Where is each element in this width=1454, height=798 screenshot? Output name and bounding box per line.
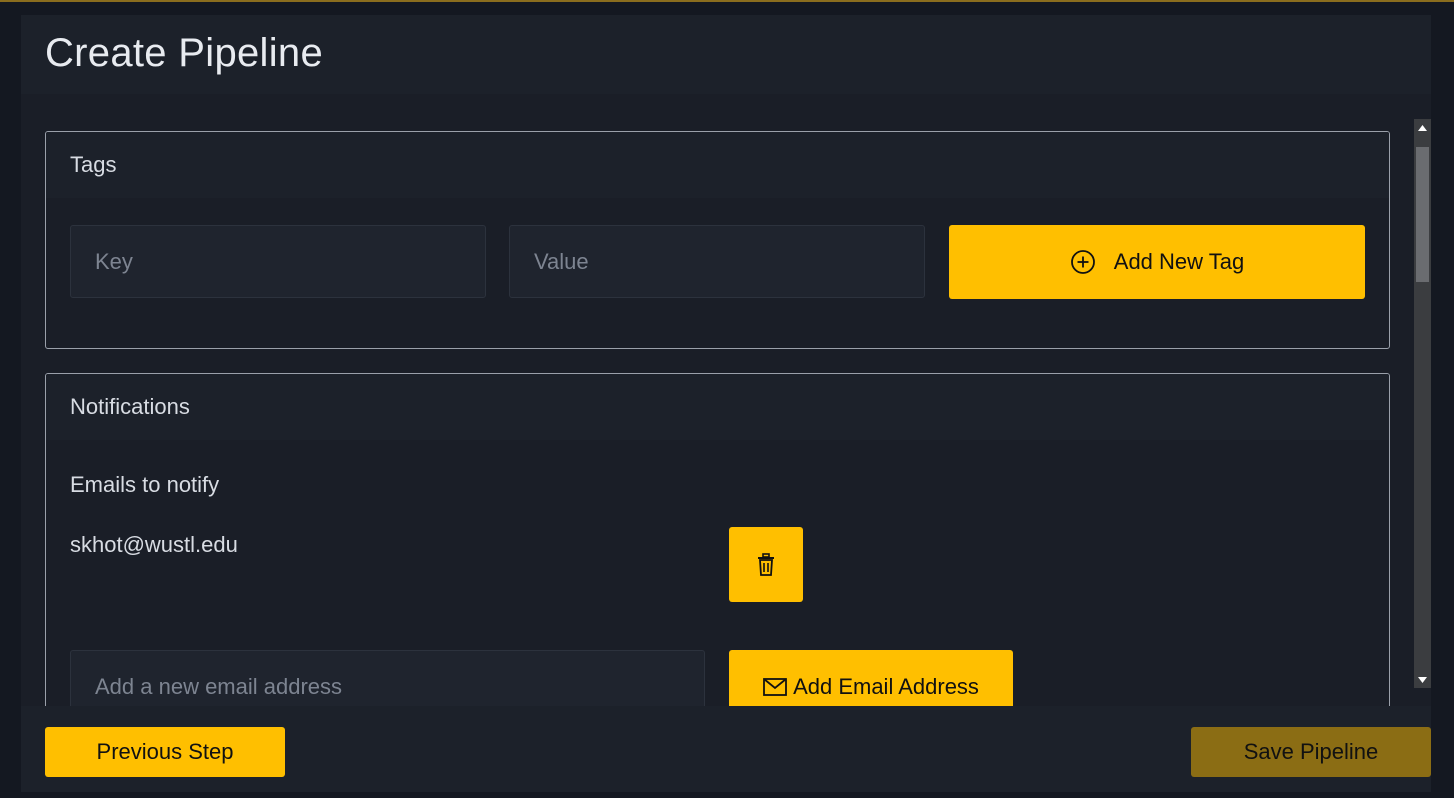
tag-value-input[interactable] [509, 225, 925, 298]
notifications-panel: Notifications Emails to notify skhot@wus… [45, 373, 1390, 706]
previous-step-button[interactable]: Previous Step [45, 727, 285, 777]
emails-to-notify-label: Emails to notify [70, 472, 220, 497]
email-list-item: skhot@wustl.edu [70, 532, 238, 557]
tags-panel-title: Tags [70, 152, 117, 177]
add-new-tag-label: Add New Tag [1113, 249, 1245, 274]
scroll-up-arrow[interactable] [1414, 119, 1431, 136]
create-pipeline-modal: Create Pipeline Tags Add New Tag [21, 15, 1431, 792]
plus-circle-icon [1070, 249, 1096, 275]
save-pipeline-button[interactable]: Save Pipeline [1191, 727, 1431, 777]
modal-body[interactable]: Tags Add New Tag Notifications Ema [21, 94, 1431, 706]
modal-header: Create Pipeline [21, 15, 1431, 94]
envelope-icon [763, 677, 787, 696]
modal-title: Create Pipeline [45, 31, 323, 75]
add-new-tag-button[interactable]: Add New Tag [949, 225, 1365, 299]
delete-email-button[interactable] [729, 527, 803, 602]
tag-key-input[interactable] [70, 225, 486, 298]
modal-footer: Previous Step Save Pipeline [21, 706, 1431, 792]
notifications-panel-header: Notifications [46, 374, 1389, 440]
top-accent-line [0, 0, 1454, 2]
notifications-panel-title: Notifications [70, 394, 190, 419]
add-email-address-label: Add Email Address [793, 673, 979, 699]
trash-icon [755, 552, 777, 577]
modal-body-scrollbar[interactable] [1414, 119, 1431, 688]
scroll-down-arrow[interactable] [1414, 671, 1431, 688]
add-email-address-button[interactable]: Add Email Address [729, 650, 1013, 706]
tags-panel: Tags Add New Tag [45, 131, 1390, 349]
scroll-thumb[interactable] [1416, 147, 1429, 282]
new-email-input[interactable] [70, 650, 705, 706]
tags-panel-header: Tags [46, 132, 1389, 198]
